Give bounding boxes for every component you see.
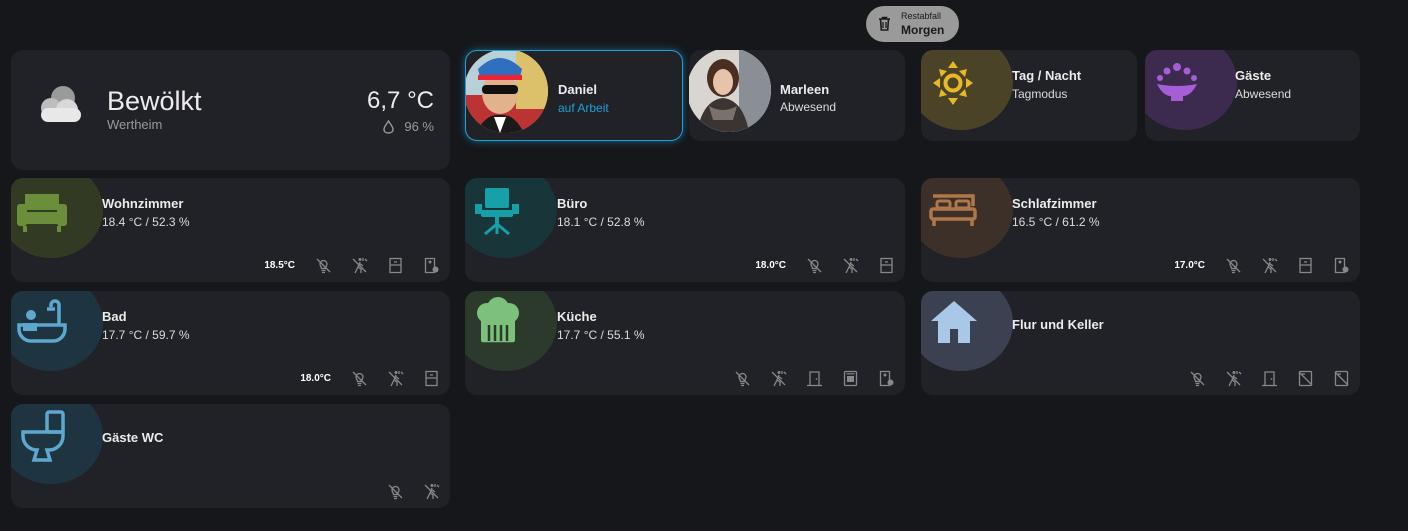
tablet-settings-icon[interactable] bbox=[423, 257, 440, 274]
cloud-icon bbox=[41, 86, 81, 122]
mode-name: Gäste bbox=[1235, 68, 1272, 83]
room-name: Wohnzimmer bbox=[102, 196, 184, 211]
mode-status: Tagmodus bbox=[1012, 87, 1068, 101]
home-icon bbox=[931, 301, 977, 343]
bed-icon bbox=[929, 194, 977, 226]
room-name: Schlafzimmer bbox=[1012, 196, 1097, 211]
weather-temperature: 6,7 °C bbox=[367, 87, 434, 114]
room-name: Büro bbox=[557, 196, 588, 211]
avatar bbox=[689, 50, 771, 132]
room-card-bad[interactable]: Bad 17.7 °C / 59.7 % 18.0°C bbox=[11, 291, 450, 395]
avatar bbox=[466, 51, 548, 133]
light-off-icon[interactable] bbox=[351, 370, 368, 387]
chef-hat-icon bbox=[477, 297, 519, 344]
room-climate: 18.1 °C / 52.8 % bbox=[557, 215, 645, 229]
humidity-icon bbox=[383, 120, 394, 134]
person-card-marleen[interactable]: Marleen Abwesend bbox=[689, 50, 905, 141]
tablet-settings-icon[interactable] bbox=[1333, 257, 1350, 274]
room-card-wohnzimmer[interactable]: Wohnzimmer 18.4 °C / 52.3 % 18.5°C bbox=[11, 178, 450, 282]
window-icon[interactable] bbox=[878, 257, 895, 274]
motion-off-icon[interactable] bbox=[842, 257, 859, 274]
light-off-icon[interactable] bbox=[806, 257, 823, 274]
room-climate: 17.7 °C / 59.7 % bbox=[102, 328, 190, 342]
motion-off-icon[interactable] bbox=[351, 257, 368, 274]
window-icon[interactable] bbox=[387, 257, 404, 274]
window-icon[interactable] bbox=[1297, 257, 1314, 274]
mode-status: Abwesend bbox=[1235, 87, 1292, 101]
waste-collection-chip[interactable]: Restabfall Morgen bbox=[866, 6, 959, 42]
device-off-icon[interactable] bbox=[1333, 370, 1350, 387]
motion-off-icon[interactable] bbox=[387, 370, 404, 387]
light-off-icon[interactable] bbox=[315, 257, 332, 274]
thermostat-setpoint[interactable]: 18.0°C bbox=[755, 260, 786, 271]
room-card-schlafzimmer[interactable]: Schlafzimmer 16.5 °C / 61.2 % 17.0°C bbox=[921, 178, 1360, 282]
window-icon[interactable] bbox=[423, 370, 440, 387]
bathtub-icon bbox=[17, 299, 67, 343]
room-card-buero[interactable]: Büro 18.1 °C / 52.8 % 18.0°C bbox=[465, 178, 905, 282]
waste-type: Restabfall bbox=[901, 11, 942, 21]
light-off-icon[interactable] bbox=[734, 370, 751, 387]
room-climate: 16.5 °C / 61.2 % bbox=[1012, 215, 1100, 229]
sofa-icon bbox=[17, 194, 67, 232]
room-name: Flur und Keller bbox=[1012, 317, 1104, 332]
office-chair-icon bbox=[475, 188, 519, 236]
room-climate: 18.4 °C / 52.3 % bbox=[102, 215, 190, 229]
thermostat-setpoint[interactable]: 17.0°C bbox=[1174, 260, 1205, 271]
weather-card[interactable]: Bewölkt Wertheim 6,7 °C 96 % bbox=[11, 50, 450, 170]
waste-date: Morgen bbox=[901, 23, 945, 37]
light-off-icon[interactable] bbox=[1189, 370, 1206, 387]
thermostat-setpoint[interactable]: 18.5°C bbox=[264, 260, 295, 271]
weather-humidity: 96 % bbox=[404, 119, 434, 134]
person-status: auf Arbeit bbox=[558, 101, 609, 115]
thermostat-setpoint[interactable]: 18.0°C bbox=[300, 373, 331, 384]
light-off-icon[interactable] bbox=[387, 483, 404, 500]
tablet-settings-icon[interactable] bbox=[878, 370, 895, 387]
room-name: Gäste WC bbox=[102, 430, 164, 445]
motion-off-icon[interactable] bbox=[1261, 257, 1278, 274]
guests-icon bbox=[1157, 63, 1197, 101]
weather-location: Wertheim bbox=[107, 117, 163, 132]
mode-name: Tag / Nacht bbox=[1012, 68, 1082, 83]
weather-condition: Bewölkt bbox=[107, 86, 202, 116]
door-icon[interactable] bbox=[806, 370, 823, 387]
person-name: Daniel bbox=[558, 82, 598, 97]
person-card-daniel[interactable]: Daniel auf Arbeit bbox=[465, 50, 683, 141]
room-card-flur-und-keller[interactable]: Flur und Keller bbox=[921, 291, 1360, 395]
oven-icon[interactable] bbox=[842, 370, 859, 387]
toilet-icon bbox=[21, 410, 65, 462]
sun-icon bbox=[933, 61, 973, 105]
room-card-gaeste-wc[interactable]: Gäste WC bbox=[11, 404, 450, 508]
trash-icon bbox=[879, 16, 890, 31]
person-status: Abwesend bbox=[780, 100, 837, 114]
device-off-icon[interactable] bbox=[1297, 370, 1314, 387]
room-card-kueche[interactable]: Küche 17.7 °C / 55.1 % bbox=[465, 291, 905, 395]
room-name: Bad bbox=[102, 309, 127, 324]
door-icon[interactable] bbox=[1261, 370, 1278, 387]
motion-off-icon[interactable] bbox=[1225, 370, 1242, 387]
guests-card[interactable]: Gäste Abwesend bbox=[1145, 50, 1360, 141]
day-night-card[interactable]: Tag / Nacht Tagmodus bbox=[921, 50, 1137, 141]
room-name: Küche bbox=[557, 309, 597, 324]
person-name: Marleen bbox=[780, 82, 830, 97]
light-off-icon[interactable] bbox=[1225, 257, 1242, 274]
motion-off-icon[interactable] bbox=[423, 483, 440, 500]
room-climate: 17.7 °C / 55.1 % bbox=[557, 328, 645, 342]
motion-off-icon[interactable] bbox=[770, 370, 787, 387]
